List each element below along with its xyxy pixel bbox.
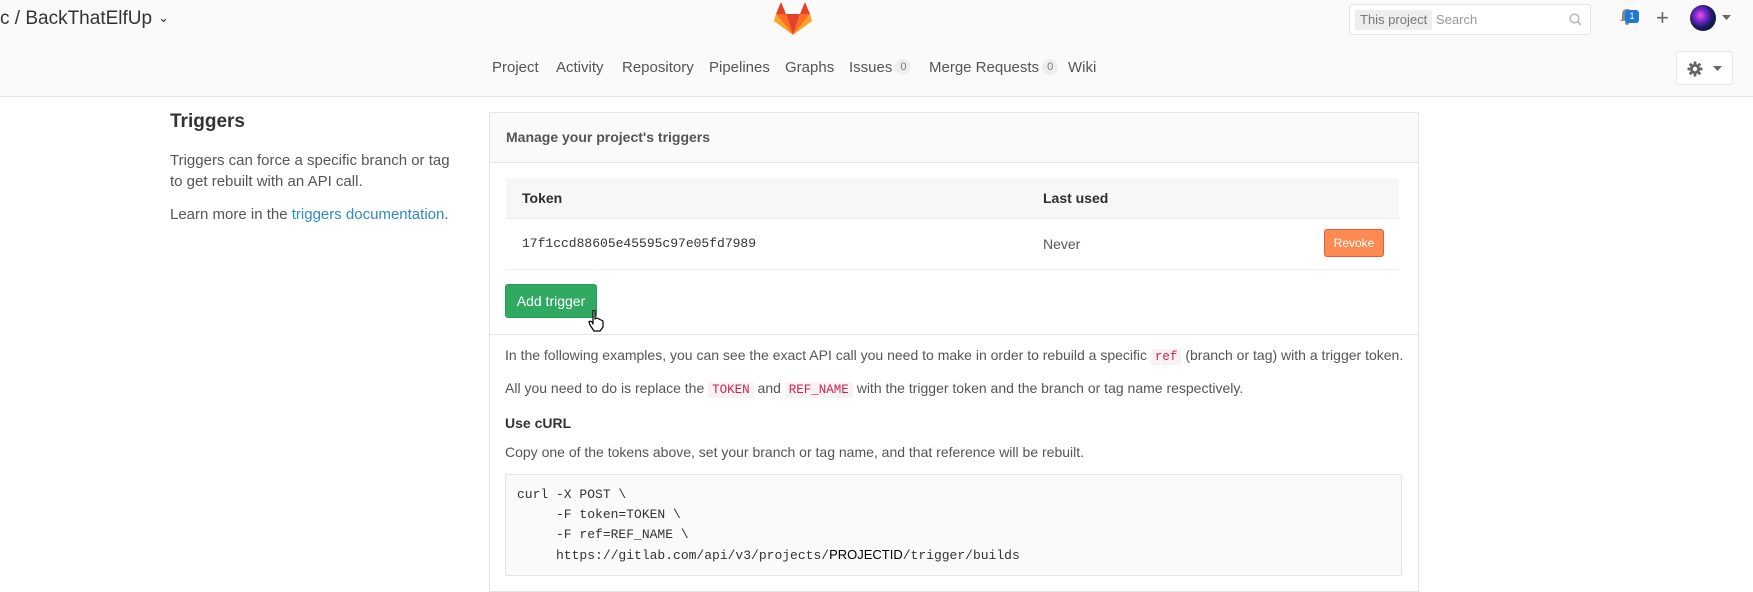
project-title-text: c / BackThatElfUp <box>0 8 153 29</box>
trigger-last-used: Never <box>1043 236 1081 252</box>
code-line: https://gitlab.com/api/v3/projects/PROJE… <box>517 545 1390 566</box>
issues-count-badge: 0 <box>895 59 912 75</box>
nav-label: Merge Requests <box>929 59 1040 76</box>
nav-label: Activity <box>556 59 604 76</box>
nav-wiki[interactable]: Wiki <box>1068 56 1096 80</box>
mouse-pointer-icon <box>588 310 604 332</box>
trigger-token: 17f1ccd88605e45595c97e05fd7989 <box>522 236 757 251</box>
project-title[interactable]: c / BackThatElfUp ⌄ <box>0 8 169 30</box>
table-header-row: Token Last used <box>506 178 1399 219</box>
inline-code-ref: ref <box>1150 349 1182 365</box>
new-item-button[interactable]: + <box>1656 6 1669 30</box>
search-box[interactable]: This project <box>1349 4 1591 35</box>
curl-heading: Use cURL <box>505 415 572 431</box>
project-nav: Project Activity Repository Pipelines Gr… <box>0 56 1753 80</box>
code-url-prefix: https://gitlab.com/api/v3/projects/ <box>517 548 830 563</box>
nav-activity[interactable]: Activity <box>556 56 604 80</box>
nav-pipelines[interactable]: Pipelines <box>709 56 770 80</box>
caret-down-icon <box>1713 66 1722 71</box>
info-text: and <box>757 380 781 396</box>
revoke-button[interactable]: Revoke <box>1324 229 1384 257</box>
chevron-down-icon[interactable]: ⌄ <box>158 10 169 25</box>
table-row: 17f1ccd88605e45595c97e05fd7989 Never <box>506 219 1399 270</box>
code-line: curl -X POST \ <box>517 487 627 502</box>
learn-more-suffix: . <box>444 206 449 223</box>
info-text: All you need to do is replace the <box>505 380 705 396</box>
info-text: In the following examples, you can see t… <box>505 347 1148 363</box>
section-title: Triggers <box>170 111 245 132</box>
nav-label: Wiki <box>1068 59 1097 76</box>
nav-issues[interactable]: Issues 0 <box>849 56 912 80</box>
nav-repository[interactable]: Repository <box>622 56 694 80</box>
inline-code-ref-name: REF_NAME <box>784 382 853 398</box>
settings-dropdown-button[interactable] <box>1676 51 1733 85</box>
search-scope-label: This project <box>1355 10 1433 30</box>
nav-label: Issues <box>849 59 893 76</box>
avatar[interactable] <box>1690 5 1716 31</box>
column-header-last-used: Last used <box>1043 190 1109 206</box>
nav-graphs[interactable]: Graphs <box>785 56 834 80</box>
info-text: (branch or tag) with a trigger token. <box>1185 347 1404 363</box>
top-header: c / BackThatElfUp ⌄ This project 1 + Proj… <box>0 0 1753 97</box>
section-description: Triggers can force a specific branch or … <box>170 152 450 190</box>
panel-heading: Manage your project's triggers <box>490 113 1418 163</box>
search-input[interactable] <box>1436 9 1556 30</box>
triggers-documentation-link[interactable]: triggers documentation <box>292 206 445 223</box>
info-text: with the trigger token and the branch or… <box>856 380 1244 396</box>
nav-label: Pipelines <box>709 59 770 76</box>
code-url-suffix: /trigger/builds <box>902 548 1020 563</box>
code-project-id: PROJECTID <box>829 547 903 562</box>
info-paragraph-1: In the following examples, you can see t… <box>505 347 1404 365</box>
nav-label: Repository <box>622 59 694 76</box>
plus-icon: + <box>1656 5 1669 30</box>
caret-down-icon[interactable] <box>1722 15 1731 21</box>
gitlab-logo-icon[interactable] <box>774 2 812 36</box>
nav-label: Project <box>492 59 539 76</box>
add-trigger-button[interactable]: Add trigger <box>505 284 597 318</box>
column-header-token: Token <box>522 190 563 206</box>
inline-code-token: TOKEN <box>708 382 754 398</box>
search-icon <box>1569 13 1582 26</box>
info-paragraph-2: All you need to do is replace the TOKEN … <box>505 380 1244 398</box>
nav-label: Graphs <box>785 59 835 76</box>
learn-more-text: Learn more in the triggers documentation… <box>170 206 449 223</box>
nav-merge-requests[interactable]: Merge Requests 0 <box>929 56 1059 80</box>
notifications-button[interactable]: 1 <box>1618 8 1639 29</box>
section-divider <box>490 334 1418 335</box>
merge-requests-count-badge: 0 <box>1042 59 1059 75</box>
gear-icon <box>1687 61 1703 77</box>
curl-description: Copy one of the tokens above, set your b… <box>505 444 1085 460</box>
code-line: -F ref=REF_NAME \ <box>517 527 689 542</box>
nav-project[interactable]: Project <box>492 56 539 80</box>
curl-code-block: curl -X POST \ -F token=TOKEN \ -F ref=R… <box>505 474 1402 576</box>
code-line: -F token=TOKEN \ <box>517 507 681 522</box>
triggers-table: Token Last used 17f1ccd88605e45595c97e05… <box>506 178 1399 270</box>
learn-more-prefix: Learn more in the <box>170 206 288 223</box>
notifications-count-badge: 1 <box>1625 10 1639 23</box>
